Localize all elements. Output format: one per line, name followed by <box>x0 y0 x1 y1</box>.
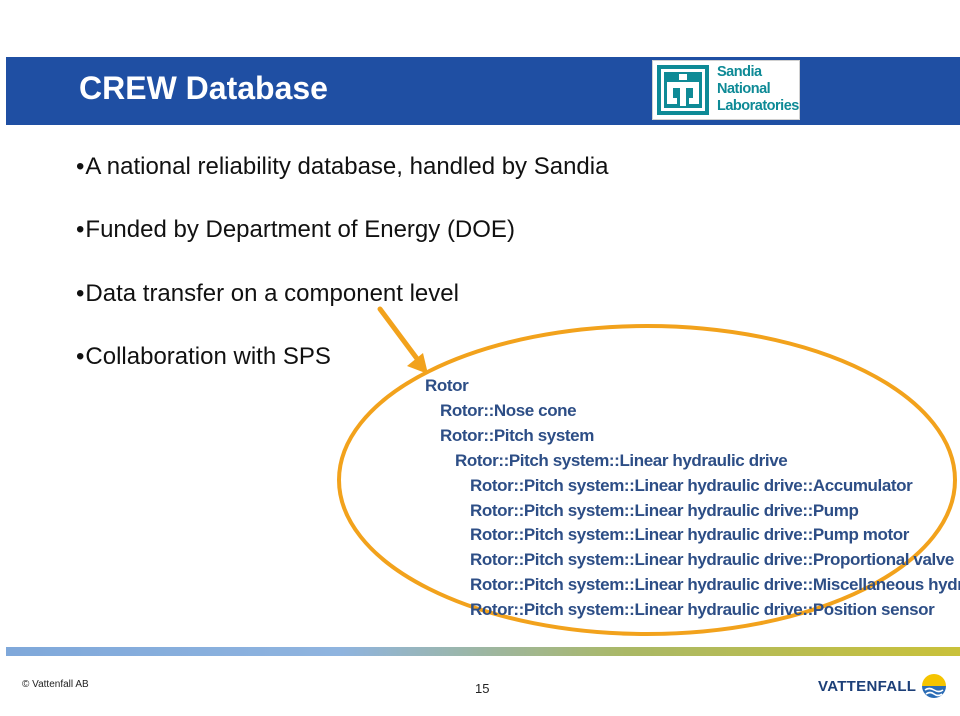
highlight-arrow-line <box>377 306 421 363</box>
tree-item: Rotor::Pitch system::Linear hydraulic dr… <box>470 501 859 520</box>
tree-item: Rotor::Pitch system::Linear hydraulic dr… <box>455 451 788 470</box>
tree-item: Rotor::Pitch system::Linear hydraulic dr… <box>470 525 909 544</box>
tree-item: Rotor::Nose cone <box>440 401 577 420</box>
tree-item: Rotor::Pitch system::Linear hydraulic dr… <box>470 575 960 594</box>
vattenfall-wordmark: VATTENFALL <box>818 677 917 695</box>
vattenfall-logo: VATTENFALL <box>818 672 948 700</box>
copyright-text: © Vattenfall AB <box>22 679 89 690</box>
vattenfall-sun-icon <box>922 674 947 698</box>
footer-band <box>6 647 960 656</box>
tree-item: Rotor::Pitch system <box>440 426 594 445</box>
tree-item: Rotor::Pitch system::Linear hydraulic dr… <box>470 600 935 619</box>
page-number: 15 <box>475 681 490 696</box>
tree-item: Rotor::Pitch system::Linear hydraulic dr… <box>470 550 954 569</box>
tree-item: Rotor::Pitch system::Linear hydraulic dr… <box>470 476 913 495</box>
tree-item: Rotor <box>425 376 469 395</box>
